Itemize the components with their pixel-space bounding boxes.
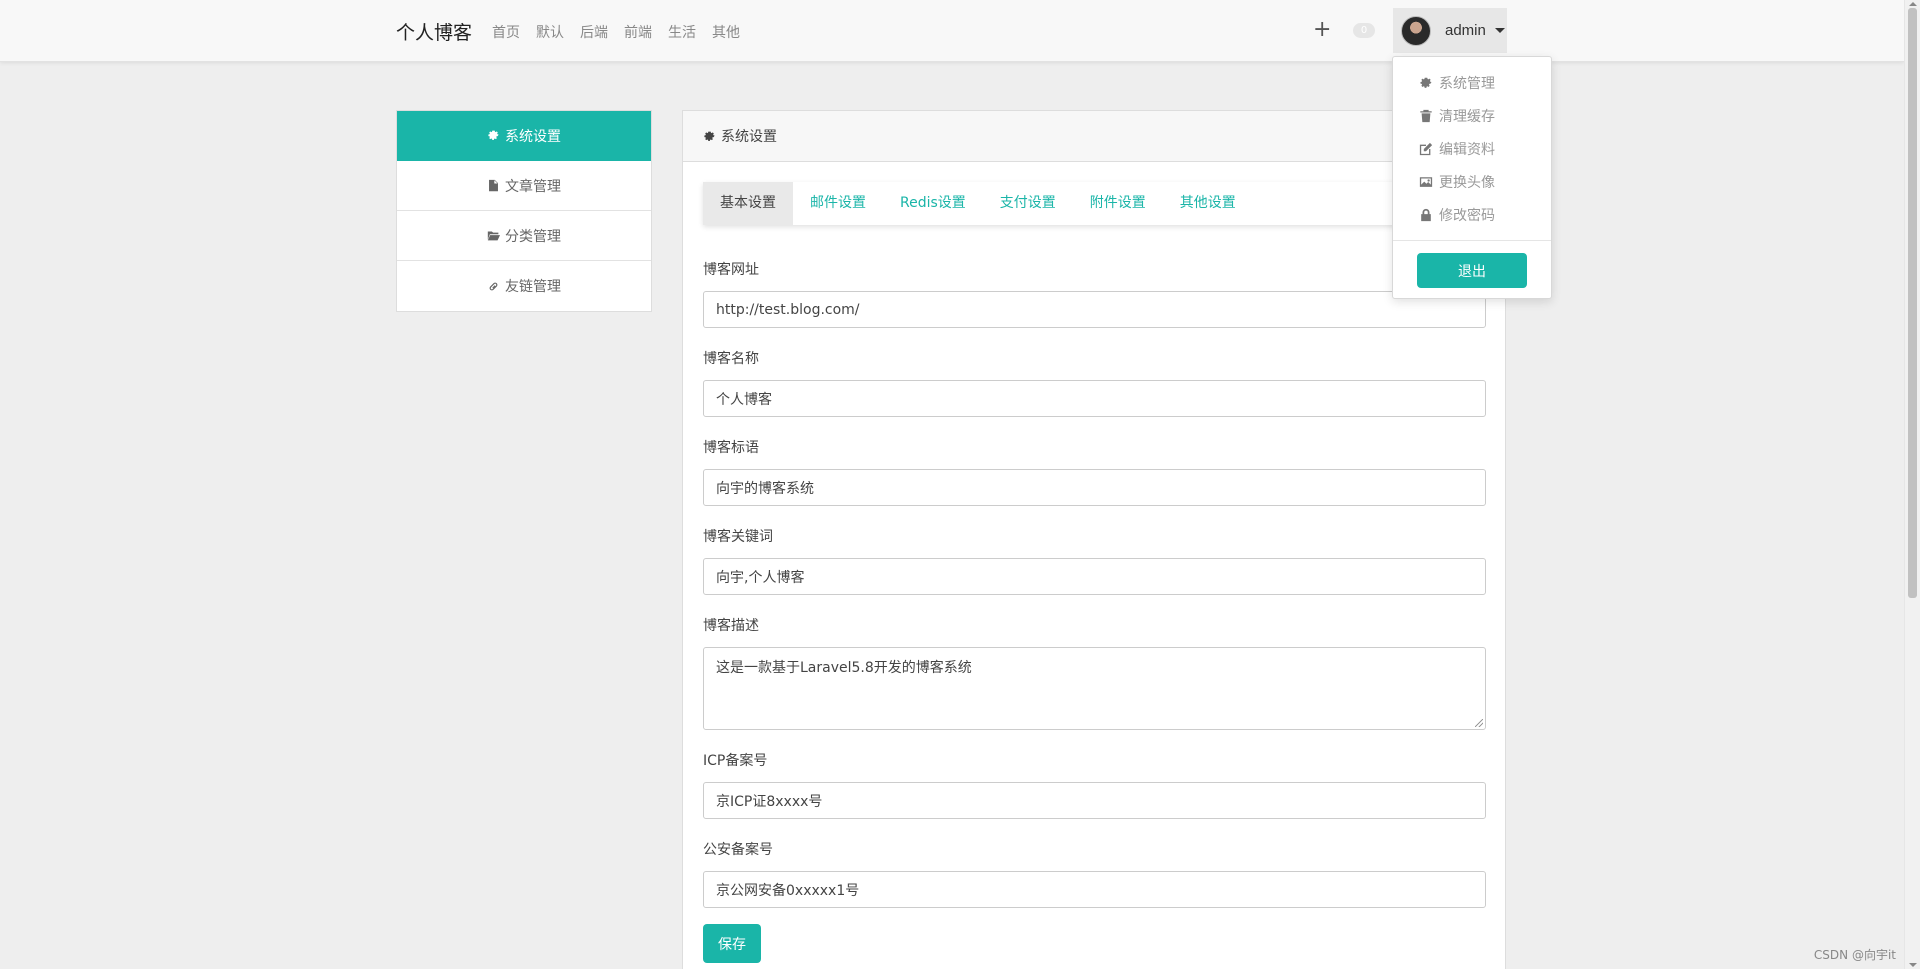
caret-down-icon	[1494, 28, 1505, 33]
file-icon	[489, 179, 498, 192]
brand-title[interactable]: 个人博客	[396, 18, 472, 45]
sidebar-item-articles[interactable]: 文章管理	[397, 161, 651, 211]
tab-payment[interactable]: 支付设置	[983, 182, 1073, 225]
menu-item-change-password[interactable]: 修改密码	[1393, 198, 1551, 231]
settings-tabs: 基本设置 邮件设置 Redis设置 支付设置 附件设置 其他设置	[703, 182, 1486, 225]
scroll-up-icon[interactable]	[1909, 2, 1917, 6]
blog-keywords-label: 博客关键词	[703, 529, 773, 545]
user-name: admin	[1445, 22, 1486, 39]
menu-item-label: 编辑资料	[1439, 141, 1495, 158]
watermark: CSDN @向宇it	[1813, 948, 1896, 962]
image-icon	[1419, 176, 1433, 187]
blog-description-label: 博客描述	[703, 618, 759, 634]
tab-other[interactable]: 其他设置	[1163, 182, 1253, 225]
gear-icon	[704, 131, 715, 141]
blog-slogan-label: 博客标语	[703, 440, 759, 456]
sidebar-item-links[interactable]: 友链管理	[397, 261, 651, 311]
menu-item-edit-profile[interactable]: 编辑资料	[1393, 132, 1551, 165]
blog-name-label: 博客名称	[703, 351, 759, 367]
blog-url-input[interactable]: http://test.blog.com/	[703, 291, 1486, 328]
police-record-label: 公安备案号	[703, 842, 773, 858]
tab-attachment[interactable]: 附件设置	[1073, 182, 1163, 225]
blog-description-textarea[interactable]: 这是一款基于Laravel5.8开发的博客系统	[703, 647, 1486, 730]
icp-input[interactable]: 京ICP证8xxxx号	[703, 782, 1486, 819]
blog-url-label: 博客网址	[703, 262, 759, 278]
user-dropdown-menu: 系统管理 清理缓存 编辑资料 更换头像 修改密码 退出	[1392, 56, 1552, 299]
blog-description-text: 这是一款基于Laravel5.8开发的博客系统	[716, 660, 972, 676]
main-nav: 首页 默认 后端 前端 生活 其他	[492, 22, 756, 42]
blog-slogan-input[interactable]: 向宇的博客系统	[703, 469, 1486, 506]
sidebar-item-label: 文章管理	[505, 178, 561, 195]
add-post-button[interactable]: +	[1313, 17, 1331, 42]
gear-icon	[1420, 77, 1432, 88]
menu-item-label: 修改密码	[1439, 207, 1495, 224]
gear-icon	[488, 130, 499, 140]
sidebar-item-system-settings[interactable]: 系统设置	[397, 111, 651, 161]
menu-item-label: 清理缓存	[1439, 108, 1495, 125]
blog-keywords-input[interactable]: 向宇,个人博客	[703, 558, 1486, 595]
nav-link-default[interactable]: 默认	[536, 22, 564, 42]
panel-title: 系统设置	[721, 129, 777, 145]
basic-settings-form: 博客网址 http://test.blog.com/ 博客名称 个人博客 博客标…	[703, 259, 1486, 963]
menu-item-clear-cache[interactable]: 清理缓存	[1393, 99, 1551, 132]
menu-item-system-manage[interactable]: 系统管理	[1393, 66, 1551, 99]
settings-panel: 系统设置 基本设置 邮件设置 Redis设置 支付设置 附件设置 其他设置 博客…	[682, 110, 1506, 969]
sidebar-item-categories[interactable]: 分类管理	[397, 211, 651, 261]
top-navbar: 个人博客 首页 默认 后端 前端 生活 其他 + 0 admin	[0, 0, 1904, 62]
menu-item-change-avatar[interactable]: 更换头像	[1393, 165, 1551, 198]
nav-link-frontend[interactable]: 前端	[624, 22, 652, 42]
page-scrollbar[interactable]	[1904, 0, 1920, 969]
logout-button[interactable]: 退出	[1417, 253, 1527, 288]
nav-link-life[interactable]: 生活	[668, 22, 696, 42]
nav-link-home[interactable]: 首页	[492, 22, 520, 42]
menu-divider	[1393, 240, 1551, 241]
edit-icon	[1419, 142, 1433, 155]
resize-handle-icon[interactable]	[1475, 719, 1483, 727]
user-menu-button[interactable]: admin	[1393, 8, 1507, 53]
blog-name-input[interactable]: 个人博客	[703, 380, 1486, 417]
sidebar-item-label: 分类管理	[505, 228, 561, 245]
menu-item-label: 更换头像	[1439, 174, 1495, 191]
sidebar-item-label: 友链管理	[505, 279, 561, 295]
icp-label: ICP备案号	[703, 753, 768, 769]
link-icon	[489, 282, 498, 290]
tab-basic[interactable]: 基本设置	[703, 182, 793, 225]
avatar	[1401, 15, 1431, 46]
tab-mail[interactable]: 邮件设置	[793, 182, 883, 225]
panel-header: 系统设置	[683, 111, 1505, 162]
police-record-input[interactable]: 京公网安备0xxxxx1号	[703, 871, 1486, 908]
save-button[interactable]: 保存	[703, 924, 761, 963]
menu-item-label: 系统管理	[1439, 75, 1495, 92]
folder-icon	[487, 231, 500, 241]
trash-icon	[1420, 109, 1432, 122]
nav-link-other[interactable]: 其他	[712, 22, 740, 42]
scroll-down-icon[interactable]	[1909, 963, 1917, 967]
scroll-thumb[interactable]	[1908, 8, 1917, 598]
tab-redis[interactable]: Redis设置	[883, 182, 983, 225]
lock-icon	[1421, 208, 1431, 221]
sidebar-item-label: 系统设置	[505, 128, 561, 145]
nav-link-backend[interactable]: 后端	[580, 22, 608, 42]
notification-badge[interactable]: 0	[1353, 23, 1375, 38]
admin-sidebar: 系统设置 文章管理 分类管理 友链管理	[396, 110, 652, 312]
